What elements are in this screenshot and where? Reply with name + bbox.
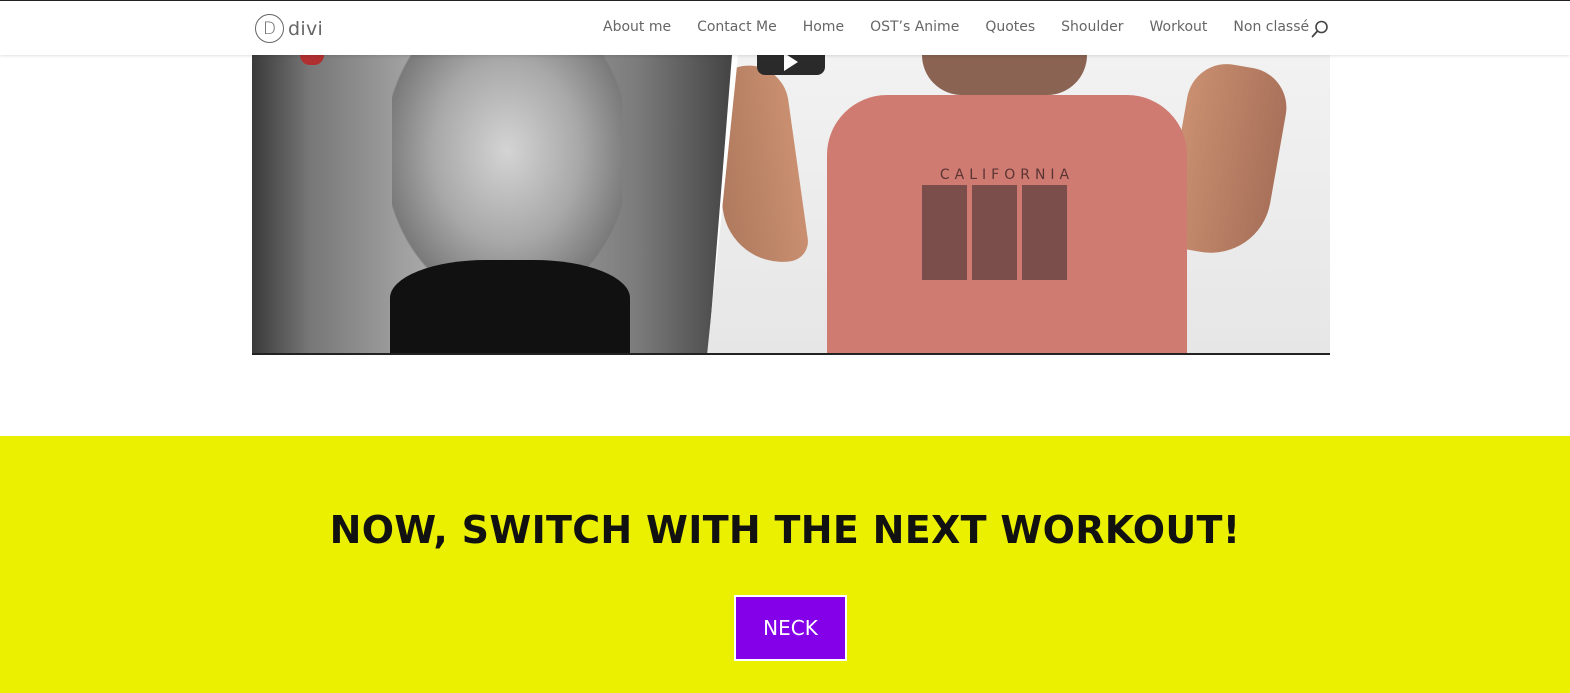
nav-item-workout[interactable]: Workout xyxy=(1150,19,1208,35)
video-embed[interactable]: CALIFORNIA xyxy=(252,55,1330,355)
shirt-text: CALIFORNIA xyxy=(939,167,1075,183)
nav-item-about-me[interactable]: About me xyxy=(603,19,671,35)
main-nav: About me Contact Me Home OST’s Anime Quo… xyxy=(603,19,1309,35)
man-lifting-image: CALIFORNIA xyxy=(707,55,1330,353)
neck-button[interactable]: NECK xyxy=(734,595,847,661)
search-icon[interactable] xyxy=(1311,20,1329,38)
site-logo[interactable]: D divi xyxy=(255,14,323,43)
section-title: NOW, SWITCH WITH THE NEXT WORKOUT! xyxy=(329,508,1241,552)
logo-mark: D xyxy=(255,14,284,43)
site-header: D divi About me Contact Me Home OST’s An… xyxy=(0,0,1570,55)
nav-item-non-classe[interactable]: Non classé xyxy=(1233,19,1309,35)
bodybuilder-image xyxy=(252,55,732,353)
nav-item-home[interactable]: Home xyxy=(803,19,844,35)
nav-item-quotes[interactable]: Quotes xyxy=(985,19,1035,35)
nav-item-osts-anime[interactable]: OST’s Anime xyxy=(870,19,959,35)
nav-item-shoulder[interactable]: Shoulder xyxy=(1061,19,1123,35)
play-icon[interactable] xyxy=(757,55,825,75)
logo-text: divi xyxy=(288,17,324,40)
nav-item-contact-me[interactable]: Contact Me xyxy=(697,19,777,35)
next-workout-section: NOW, SWITCH WITH THE NEXT WORKOUT! NECK xyxy=(0,436,1570,693)
